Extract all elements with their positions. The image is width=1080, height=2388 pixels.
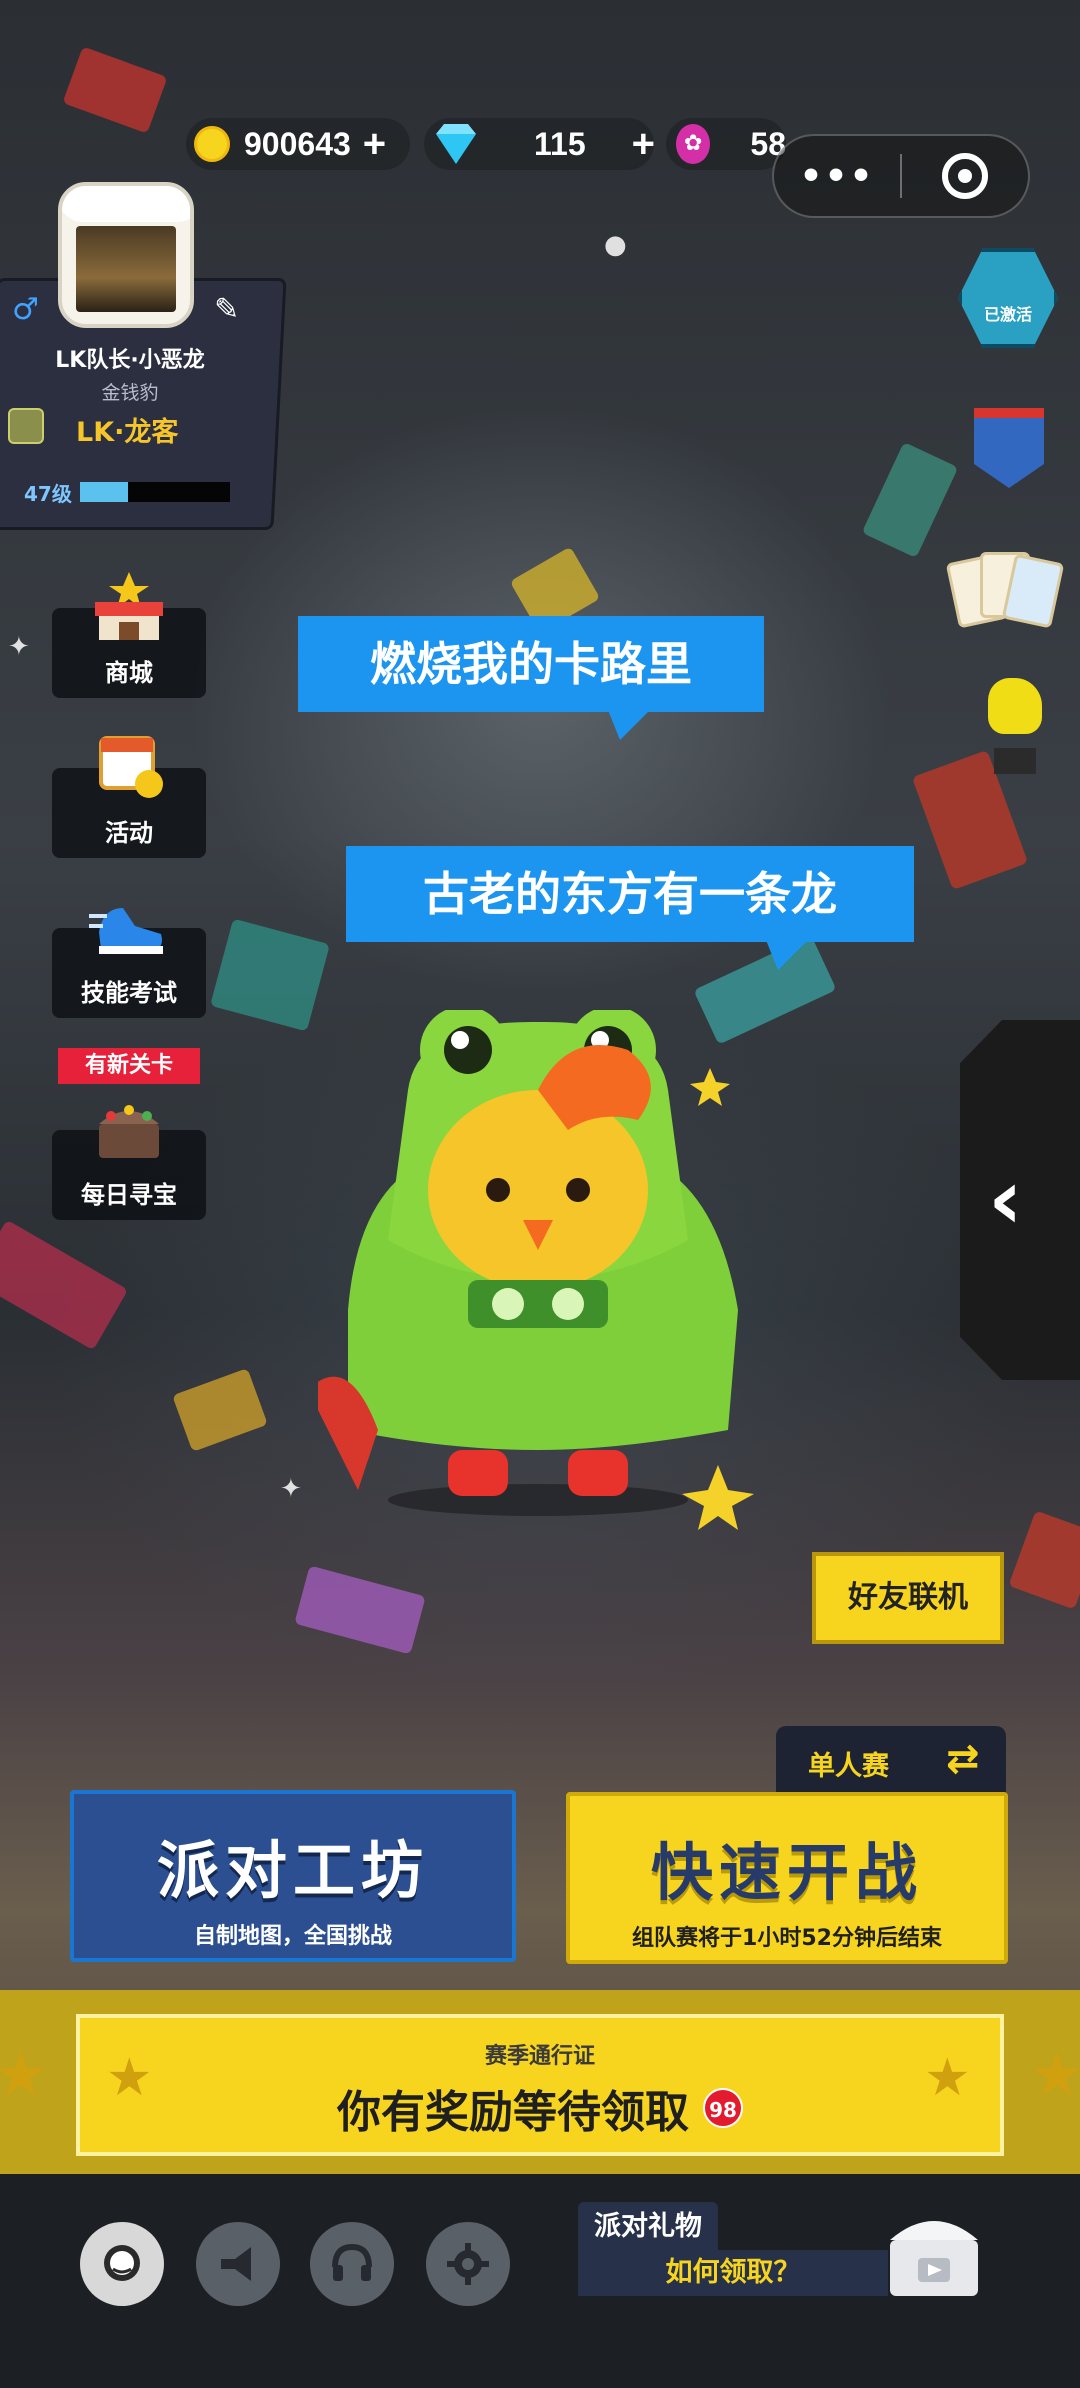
- friend-online-button[interactable]: 好友联机: [812, 1552, 1004, 1644]
- activated-badge-button[interactable]: 已激活: [958, 248, 1058, 348]
- reward-count-badge: 98: [703, 2088, 743, 2128]
- token-counter[interactable]: ✿ 58: [666, 118, 786, 170]
- daily-treasure-button[interactable]: 每日寻宝: [52, 1105, 206, 1220]
- season-pass-reward-text: 你有奖励等待领取: [337, 2087, 689, 2138]
- diamond-icon: [436, 134, 476, 164]
- more-dots-icon[interactable]: •••: [774, 156, 900, 197]
- shop-icon: [95, 572, 163, 640]
- shop-label: 商城: [105, 659, 153, 687]
- sneaker-icon: [89, 908, 163, 954]
- new-level-tag: 有新关卡: [58, 1048, 200, 1084]
- how-to-claim-link[interactable]: 如何领取？: [578, 2250, 888, 2296]
- dino-trophy-icon: [980, 678, 1050, 778]
- coin-amount: 900643: [244, 125, 351, 162]
- party-gift-title: 派对礼物: [578, 2202, 718, 2252]
- avatar[interactable]: [58, 182, 194, 328]
- solo-mode-switch[interactable]: 单人赛 ⇄: [776, 1726, 1006, 1796]
- solo-mode-label: 单人赛: [808, 1751, 889, 1782]
- activated-badge-label: 已激活: [983, 305, 1032, 324]
- headset-icon: [332, 2243, 372, 2281]
- lotus-token-icon: ✿: [676, 124, 711, 164]
- quick-battle-subtitle: 组队赛将于1小时52分钟后结束: [632, 1926, 942, 1951]
- speech-bubble: 古老的东方有一条龙: [346, 846, 914, 970]
- frog-raincoat-character[interactable]: [318, 1010, 758, 1530]
- gem-amount: 115: [534, 125, 586, 162]
- star-icon: ★: [924, 2048, 971, 2108]
- add-gems-button[interactable]: +: [632, 122, 655, 167]
- player-title: 金钱豹: [101, 382, 159, 404]
- quick-battle-title: 快速开战: [650, 1836, 923, 1909]
- coin-icon: [194, 126, 230, 162]
- calendar-icon: [99, 736, 163, 798]
- gear-icon: [447, 2243, 489, 2285]
- target-close-icon[interactable]: [902, 153, 1028, 199]
- events-button[interactable]: 活动: [52, 736, 206, 858]
- support-button[interactable]: [310, 2222, 394, 2306]
- level-progress-bar: [80, 482, 230, 502]
- gift-chest-icon[interactable]: [886, 2206, 982, 2298]
- edit-pen-icon[interactable]: ✎: [214, 292, 239, 327]
- male-gender-icon: ♂: [12, 292, 39, 327]
- side-panel-toggle[interactable]: ‹: [960, 1020, 1080, 1380]
- party-workshop-subtitle: 自制地图，全国挑战: [193, 1924, 392, 1949]
- season-pass-label: 赛季通行证: [484, 2044, 595, 2069]
- ranking-trophy-button[interactable]: [980, 678, 1050, 778]
- skill-test-button[interactable]: 技能考试: [52, 908, 206, 1018]
- player-level: 47级: [24, 482, 72, 506]
- party-gift-panel[interactable]: 派对礼物 如何领取？: [578, 2202, 888, 2300]
- star-icon: ★: [0, 2040, 48, 2110]
- speech-bubble: 燃烧我的卡路里: [298, 616, 764, 740]
- avatar-photo: [76, 226, 176, 312]
- season-pass-button[interactable]: 赛季通行证 你有奖励等待领取 98: [76, 2014, 1004, 2156]
- treasure-chest-icon: [99, 1105, 159, 1158]
- club-emblem-icon: [8, 408, 44, 444]
- party-workshop-button[interactable]: 派对工坊 自制地图，全国挑战: [70, 1790, 516, 1962]
- team-shield-button[interactable]: [974, 408, 1044, 488]
- quick-battle-button[interactable]: 快速开战 组队赛将于1小时52分钟后结束: [566, 1792, 1008, 1964]
- mini-program-capsule: •••: [772, 134, 1030, 218]
- swap-mode-icon: ⇄: [946, 1736, 980, 1782]
- shop-button[interactable]: 商城: [52, 572, 206, 698]
- shield-icon: [974, 408, 1044, 488]
- star-icon: ★: [1030, 2040, 1080, 2110]
- chevron-left-icon: ‹: [988, 1150, 1023, 1248]
- chat-icon: [104, 2245, 140, 2281]
- settings-button[interactable]: [426, 2222, 510, 2306]
- announcement-button[interactable]: [196, 2222, 280, 2306]
- gem-counter[interactable]: 115 +: [424, 118, 655, 170]
- coin-counter[interactable]: 900643 +: [186, 118, 410, 170]
- add-coins-button[interactable]: +: [363, 122, 386, 167]
- club-name[interactable]: LK·龙客: [76, 410, 178, 449]
- chat-button[interactable]: [80, 2222, 164, 2306]
- daily-treasure-label: 每日寻宝: [81, 1181, 177, 1209]
- sparkle-decoration: ●: [604, 230, 627, 260]
- megaphone-icon: [221, 2247, 251, 2281]
- skill-test-label: 技能考试: [81, 979, 177, 1007]
- party-workshop-title: 派对工坊: [156, 1834, 429, 1907]
- sparkle-decoration: ✦: [8, 632, 30, 662]
- sparkle-decoration: ✦: [280, 1474, 302, 1504]
- player-name: LK队长·小恶龙: [55, 348, 205, 373]
- cards-icon: [945, 548, 1065, 629]
- card-collection-button[interactable]: [945, 548, 1065, 629]
- events-label: 活动: [105, 819, 153, 847]
- star-icon: ★: [106, 2048, 153, 2108]
